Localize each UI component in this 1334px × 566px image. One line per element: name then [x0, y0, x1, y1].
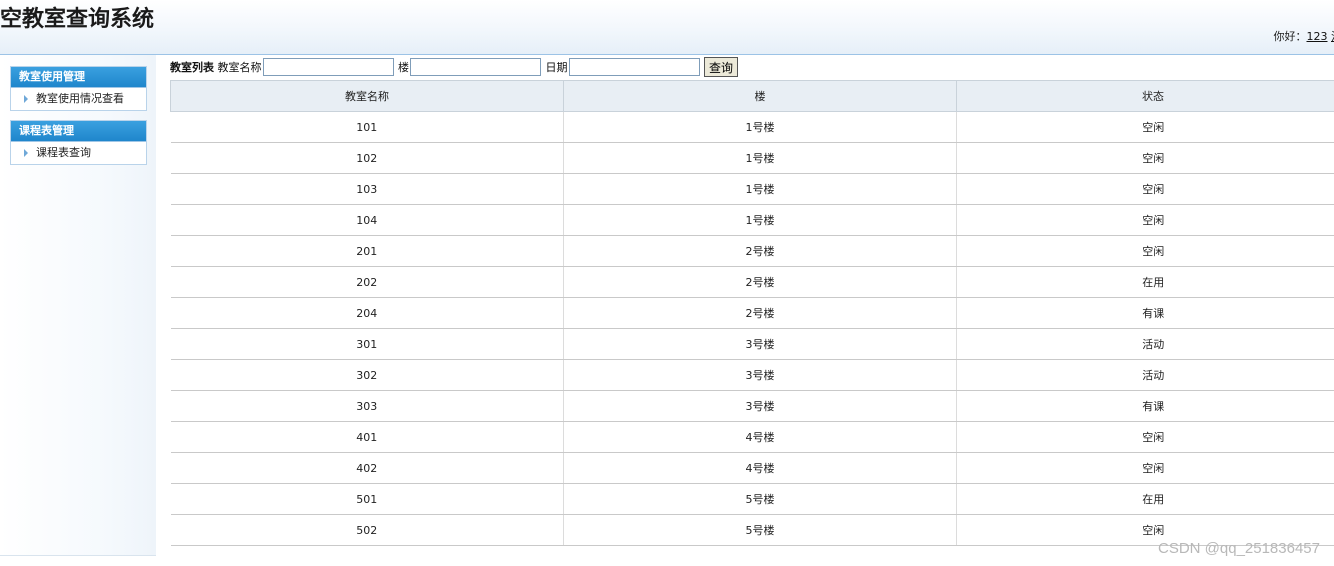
- cell-status: 空闲: [956, 111, 1334, 143]
- column-header-name[interactable]: 教室名称: [170, 80, 564, 112]
- date-label: 日期: [545, 61, 568, 74]
- cell-status: 在用: [956, 266, 1334, 298]
- table-header-row: 教室名称 楼 状态: [170, 80, 1334, 112]
- caret-right-icon: [24, 149, 28, 157]
- caret-right-icon: [24, 95, 28, 103]
- greeting-text: 你好：: [1273, 30, 1307, 43]
- cell-building: 1号楼: [563, 204, 957, 236]
- cell-name: 401: [170, 421, 564, 453]
- app-title: 空教室查询系统: [0, 7, 155, 32]
- menu-header-classroom-usage[interactable]: 教室使用管理: [11, 67, 146, 88]
- cell-name: 201: [170, 235, 564, 267]
- name-label: 教室名称: [217, 61, 262, 74]
- table-row[interactable]: 201 2号楼 空闲: [170, 235, 1334, 267]
- cell-status: 空闲: [956, 452, 1334, 484]
- menu-group-schedule: 课程表管理 课程表查询: [10, 120, 147, 165]
- cell-building: 3号楼: [563, 328, 957, 360]
- table-row[interactable]: 301 3号楼 活动: [170, 328, 1334, 360]
- cell-building: 4号楼: [563, 421, 957, 453]
- building-input[interactable]: [410, 58, 541, 76]
- cell-building: 2号楼: [563, 297, 957, 329]
- table-row[interactable]: 401 4号楼 空闲: [170, 421, 1334, 453]
- table-row[interactable]: 103 1号楼 空闲: [170, 173, 1334, 205]
- menu-item-classroom-usage-view[interactable]: 教室使用情况查看: [11, 88, 146, 110]
- cell-name: 303: [170, 390, 564, 422]
- cell-building: 3号楼: [563, 390, 957, 422]
- date-input[interactable]: [568, 58, 700, 76]
- cell-name: 502: [170, 514, 564, 546]
- user-bar: 你好：123 注: [1274, 28, 1334, 44]
- column-header-status[interactable]: 状态: [956, 80, 1334, 112]
- list-title: 教室列表: [170, 61, 214, 74]
- page-header: 空教室查询系统 你好：123 注: [0, 0, 1334, 55]
- cell-status: 活动: [956, 359, 1334, 391]
- username-link[interactable]: 123: [1307, 30, 1328, 43]
- search-toolbar: 教室列表 教室名称 楼 日期 查询: [170, 57, 739, 79]
- table-row[interactable]: 104 1号楼 空闲: [170, 204, 1334, 236]
- table-row[interactable]: 302 3号楼 活动: [170, 359, 1334, 391]
- table-row[interactable]: 102 1号楼 空闲: [170, 142, 1334, 174]
- table-row[interactable]: 204 2号楼 有课: [170, 297, 1334, 329]
- cell-building: 4号楼: [563, 452, 957, 484]
- table-row[interactable]: 303 3号楼 有课: [170, 390, 1334, 422]
- cell-building: 1号楼: [563, 111, 957, 143]
- cell-name: 301: [170, 328, 564, 360]
- building-label: 楼: [398, 61, 409, 74]
- cell-status: 空闲: [956, 173, 1334, 205]
- cell-name: 202: [170, 266, 564, 298]
- cell-building: 2号楼: [563, 266, 957, 298]
- sidebar: 教室使用管理 教室使用情况查看 课程表管理 课程表查询: [0, 55, 156, 556]
- cell-name: 104: [170, 204, 564, 236]
- cell-name: 204: [170, 297, 564, 329]
- cell-building: 1号楼: [563, 142, 957, 174]
- menu-item-schedule-query[interactable]: 课程表查询: [11, 142, 146, 164]
- cell-status: 空闲: [956, 421, 1334, 453]
- cell-status: 空闲: [956, 204, 1334, 236]
- cell-building: 2号楼: [563, 235, 957, 267]
- cell-name: 101: [170, 111, 564, 143]
- cell-name: 102: [170, 142, 564, 174]
- cell-status: 空闲: [956, 142, 1334, 174]
- menu-group-classroom-usage: 教室使用管理 教室使用情况查看: [10, 66, 147, 111]
- menu-header-schedule[interactable]: 课程表管理: [11, 121, 146, 142]
- classroom-name-input[interactable]: [262, 58, 394, 76]
- cell-building: 1号楼: [563, 173, 957, 205]
- menu-item-label: 课程表查询: [36, 146, 91, 159]
- table-row[interactable]: 101 1号楼 空闲: [170, 111, 1334, 143]
- menu-item-label: 教室使用情况查看: [36, 92, 124, 105]
- cell-name: 103: [170, 173, 564, 205]
- cell-status: 活动: [956, 328, 1334, 360]
- cell-name: 402: [170, 452, 564, 484]
- cell-name: 302: [170, 359, 564, 391]
- cell-name: 501: [170, 483, 564, 515]
- search-button[interactable]: 查询: [704, 57, 739, 77]
- column-header-building[interactable]: 楼: [563, 80, 957, 112]
- classroom-table: 教室名称 楼 状态 101 1号楼 空闲 102 1号楼 空闲 103 1号楼 空闲 104…: [170, 80, 1334, 546]
- table-row[interactable]: 501 5号楼 在用: [170, 483, 1334, 515]
- table-row[interactable]: 402 4号楼 空闲: [170, 452, 1334, 484]
- cell-building: 5号楼: [563, 483, 957, 515]
- cell-status: 空闲: [956, 235, 1334, 267]
- cell-status: 有课: [956, 390, 1334, 422]
- cell-status: 在用: [956, 483, 1334, 515]
- cell-status: 有课: [956, 297, 1334, 329]
- watermark-text: CSDN @qq_251836457: [1157, 540, 1320, 557]
- cell-building: 5号楼: [563, 514, 957, 546]
- cell-building: 3号楼: [563, 359, 957, 391]
- table-row[interactable]: 202 2号楼 在用: [170, 266, 1334, 298]
